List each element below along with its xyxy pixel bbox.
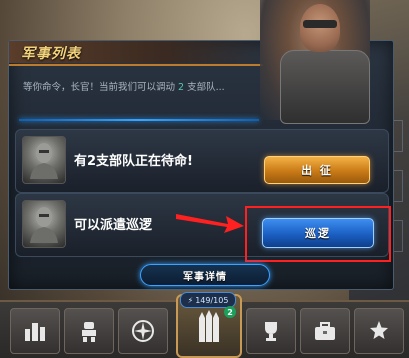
deploy-label: 出 征 [301,164,333,177]
soldier-icon [30,207,58,243]
soldier-avatar [22,200,66,248]
commander-armor [280,50,370,124]
available-count: 2 [178,82,185,93]
soldier-icon [30,143,58,179]
buildings-button[interactable] [10,308,60,354]
message-suffix: 支部队... [187,82,225,93]
medal-button[interactable] [354,308,404,354]
military-details-button[interactable]: 军事详情 [140,264,270,286]
buildings-icon [25,323,45,341]
robot-button[interactable] [64,308,114,354]
medal-icon [370,321,388,339]
toolbox-icon [315,322,335,340]
row-text: 可以派遣巡逻 [74,218,153,233]
deploy-button[interactable]: 出 征 [264,156,370,184]
soldier-avatar [22,136,66,184]
toolbox-button[interactable] [300,308,350,354]
row-text: 有2支部队正在待命! [74,154,193,169]
trophy-icon [265,322,277,341]
details-label: 军事详情 [183,271,227,283]
header-divider [9,64,279,66]
missiles-icon [199,310,219,342]
glow-divider [19,119,259,121]
bottom-toolbar [0,294,409,358]
energy-value: 149/105 [195,295,229,305]
trophy-button[interactable] [246,308,296,354]
status-message: 等你命令，长官！当前我们可以调动 2 支部队... [23,79,225,93]
patrol-button[interactable]: 巡逻 [262,218,374,248]
lightning-icon: ⚡ [187,295,194,305]
commander-glasses [303,20,337,28]
patrol-label: 巡逻 [305,227,331,240]
pointer-arrow-icon [176,214,244,233]
robot-icon [82,322,96,342]
notification-badge: 2 [224,306,236,318]
message-prefix: 等你命令，长官！当前我们可以调动 [23,82,176,93]
compass-icon [132,320,154,342]
panel-title: 军事列表 [21,46,81,62]
compass-button[interactable] [118,308,168,354]
commander-head [300,4,340,52]
